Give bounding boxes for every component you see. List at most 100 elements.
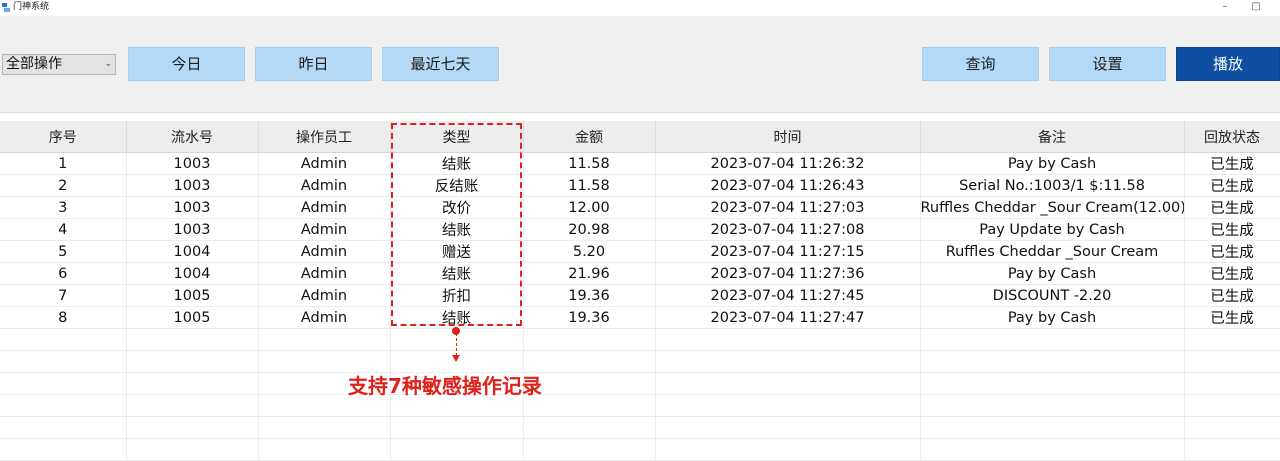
column-header-serial[interactable]: 流水号 <box>126 121 259 153</box>
arrow-down-icon <box>452 355 460 362</box>
empty-row <box>0 328 1280 351</box>
cell-type: 反结账 <box>390 174 524 197</box>
cell-index: 8 <box>0 306 127 329</box>
column-header-index[interactable]: 序号 <box>0 121 127 153</box>
cell-serial: 1003 <box>126 174 259 197</box>
cell-index: 5 <box>0 240 127 263</box>
query-button[interactable]: 查询 <box>922 47 1039 81</box>
cell-amount: 11.58 <box>523 152 656 175</box>
cell-index: 2 <box>0 174 127 197</box>
table-row[interactable]: 4 1003 Admin 结账 20.98 2023-07-04 11:27:0… <box>0 218 1280 241</box>
last-seven-days-button[interactable]: 最近七天 <box>382 47 499 81</box>
cell-operator: Admin <box>258 196 391 219</box>
cell-amount: 20.98 <box>523 218 656 241</box>
cell-serial: 1003 <box>126 218 259 241</box>
cell-playback-status: 已生成 <box>1184 174 1280 197</box>
cell-type: 赠送 <box>390 240 524 263</box>
table-row[interactable]: 5 1004 Admin 赠送 5.20 2023-07-04 11:27:15… <box>0 240 1280 263</box>
table-row[interactable]: 2 1003 Admin 反结账 11.58 2023-07-04 11:26:… <box>0 174 1280 197</box>
cell-playback-status: 已生成 <box>1184 240 1280 263</box>
cell-remark: Pay Update by Cash <box>920 218 1185 241</box>
table-header-row: 序号 流水号 操作员工 类型 金额 时间 备注 回放状态 <box>0 121 1280 153</box>
column-header-amount[interactable]: 金额 <box>523 121 656 153</box>
operation-filter-value: 全部操作 <box>6 56 62 72</box>
toolbar: 全部操作 ⌄ 今日 昨日 最近七天 查询 设置 播放 <box>0 16 1280 113</box>
column-header-playback-status[interactable]: 回放状态 <box>1184 121 1280 153</box>
cell-type: 折扣 <box>390 284 524 307</box>
cell-operator: Admin <box>258 284 391 307</box>
cell-serial: 1003 <box>126 196 259 219</box>
maximize-button[interactable]: □ <box>1241 0 1271 16</box>
empty-row <box>0 394 1280 417</box>
cell-serial: 1005 <box>126 306 259 329</box>
cell-remark: Ruffles Cheddar _Sour Cream <box>920 240 1185 263</box>
cell-remark: Pay by Cash <box>920 306 1185 329</box>
cell-time: 2023-07-04 11:27:03 <box>655 196 921 219</box>
table-row[interactable]: 1 1003 Admin 结账 11.58 2023-07-04 11:26:3… <box>0 152 1280 175</box>
table-row[interactable]: 6 1004 Admin 结账 21.96 2023-07-04 11:27:3… <box>0 262 1280 285</box>
operation-filter-select[interactable]: 全部操作 ⌄ <box>2 54 116 75</box>
cell-serial: 1005 <box>126 284 259 307</box>
chevron-down-icon: ⌄ <box>104 59 112 69</box>
table-row[interactable]: 7 1005 Admin 折扣 19.36 2023-07-04 11:27:4… <box>0 284 1280 307</box>
cell-amount: 19.36 <box>523 284 656 307</box>
cell-remark: Ruffles Cheddar _Sour Cream(12.00) <box>920 196 1185 219</box>
app-logo-icon <box>2 3 10 12</box>
cell-index: 6 <box>0 262 127 285</box>
cell-type: 结账 <box>390 218 524 241</box>
operation-log-table: 序号 流水号 操作员工 类型 金额 时间 备注 回放状态 1 1003 Admi… <box>0 121 1280 461</box>
callout-text: 支持7种敏感操作记录 <box>348 374 542 398</box>
cell-type: 结账 <box>390 262 524 285</box>
cell-type: 改价 <box>390 196 524 219</box>
cell-operator: Admin <box>258 218 391 241</box>
table-row[interactable]: 3 1003 Admin 改价 12.00 2023-07-04 11:27:0… <box>0 196 1280 219</box>
title-bar: 门神系统 – □ <box>0 0 1280 16</box>
cell-time: 2023-07-04 11:26:32 <box>655 152 921 175</box>
cell-time: 2023-07-04 11:27:47 <box>655 306 921 329</box>
cell-time: 2023-07-04 11:27:08 <box>655 218 921 241</box>
cell-remark: Serial No.:1003/1 $:11.58 <box>920 174 1185 197</box>
cell-serial: 1004 <box>126 240 259 263</box>
empty-row <box>0 438 1280 461</box>
cell-playback-status: 已生成 <box>1184 284 1280 307</box>
window-title: 门神系统 <box>13 2 50 12</box>
empty-row <box>0 416 1280 439</box>
cell-time: 2023-07-04 11:27:45 <box>655 284 921 307</box>
column-header-remark[interactable]: 备注 <box>920 121 1185 153</box>
cell-amount: 12.00 <box>523 196 656 219</box>
column-header-operator[interactable]: 操作员工 <box>258 121 391 153</box>
cell-operator: Admin <box>258 306 391 329</box>
cell-operator: Admin <box>258 152 391 175</box>
cell-type: 结账 <box>390 306 524 329</box>
play-button[interactable]: 播放 <box>1176 47 1280 81</box>
cell-remark: DISCOUNT -2.20 <box>920 284 1185 307</box>
minimize-button[interactable]: – <box>1210 0 1240 16</box>
cell-playback-status: 已生成 <box>1184 196 1280 219</box>
cell-remark: Pay by Cash <box>920 152 1185 175</box>
yesterday-button[interactable]: 昨日 <box>255 47 372 81</box>
cell-amount: 11.58 <box>523 174 656 197</box>
empty-row <box>0 372 1280 395</box>
cell-playback-status: 已生成 <box>1184 218 1280 241</box>
column-header-type[interactable]: 类型 <box>390 121 524 153</box>
cell-index: 7 <box>0 284 127 307</box>
cell-amount: 21.96 <box>523 262 656 285</box>
cell-index: 1 <box>0 152 127 175</box>
cell-playback-status: 已生成 <box>1184 262 1280 285</box>
cell-index: 4 <box>0 218 127 241</box>
cell-serial: 1004 <box>126 262 259 285</box>
cell-time: 2023-07-04 11:27:15 <box>655 240 921 263</box>
cell-remark: Pay by Cash <box>920 262 1185 285</box>
cell-time: 2023-07-04 11:27:36 <box>655 262 921 285</box>
cell-playback-status: 已生成 <box>1184 306 1280 329</box>
cell-operator: Admin <box>258 240 391 263</box>
column-header-time[interactable]: 时间 <box>655 121 921 153</box>
cell-operator: Admin <box>258 174 391 197</box>
settings-button[interactable]: 设置 <box>1049 47 1166 81</box>
cell-playback-status: 已生成 <box>1184 152 1280 175</box>
cell-time: 2023-07-04 11:26:43 <box>655 174 921 197</box>
operation-log-grid: 序号 流水号 操作员工 类型 金额 时间 备注 回放状态 1 1003 Admi… <box>0 121 1280 461</box>
table-row[interactable]: 8 1005 Admin 结账 19.36 2023-07-04 11:27:4… <box>0 306 1280 329</box>
today-button[interactable]: 今日 <box>128 47 245 81</box>
callout-arrow-line <box>456 328 457 356</box>
